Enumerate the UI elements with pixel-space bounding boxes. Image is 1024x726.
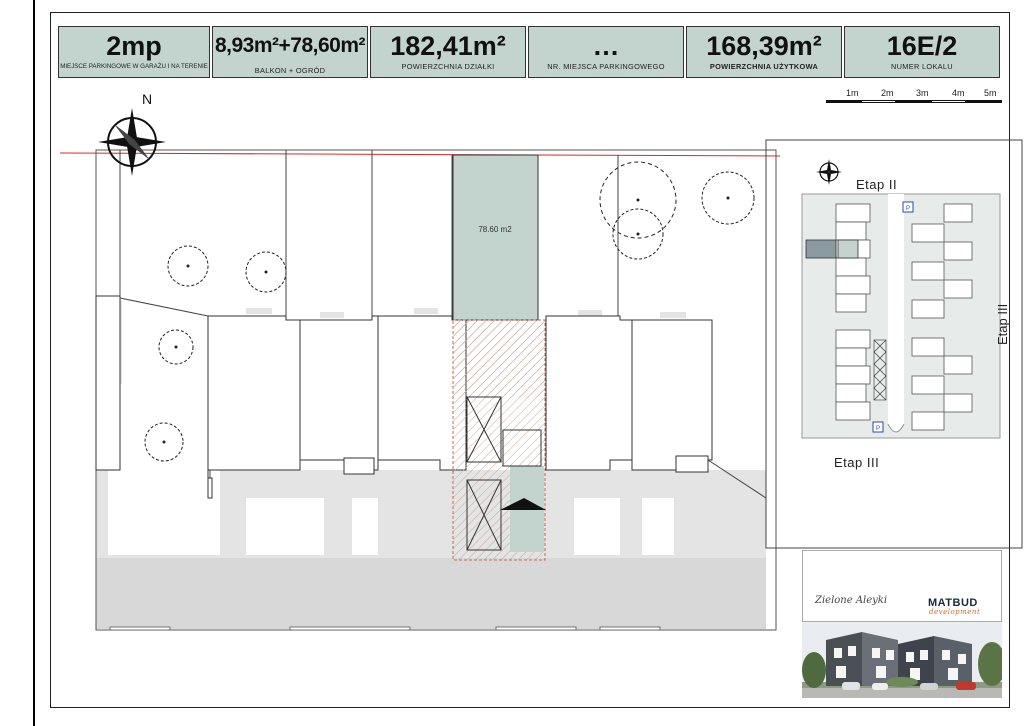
buildings bbox=[95, 295, 713, 499]
brand-left-text: Zielone Aleyki bbox=[815, 595, 888, 606]
selected-unit-hatch bbox=[453, 320, 545, 398]
compass-icon bbox=[98, 108, 166, 176]
garden-area-label: 78.60 m2 bbox=[478, 225, 512, 234]
red-boundary-line bbox=[59, 152, 781, 157]
inset-parking-b: P bbox=[876, 426, 880, 432]
compass-north-label: N bbox=[142, 91, 152, 107]
garden-area bbox=[452, 154, 539, 321]
inset-parking-a: P bbox=[906, 206, 910, 212]
inset-etap3-label: Etap III bbox=[834, 455, 880, 470]
building-render bbox=[802, 622, 1002, 698]
inset-etap3-vertical-label: Etap III bbox=[995, 303, 1010, 345]
logo-box: Zielone Aleyki MATBUD development bbox=[802, 550, 1002, 622]
road bbox=[96, 555, 766, 629]
inset-map bbox=[765, 139, 1023, 549]
inset-etap2-label: Etap II bbox=[856, 177, 898, 192]
brand-right-sub: development bbox=[929, 608, 981, 616]
inset-compass-icon bbox=[816, 159, 842, 185]
render-image bbox=[802, 622, 1002, 698]
